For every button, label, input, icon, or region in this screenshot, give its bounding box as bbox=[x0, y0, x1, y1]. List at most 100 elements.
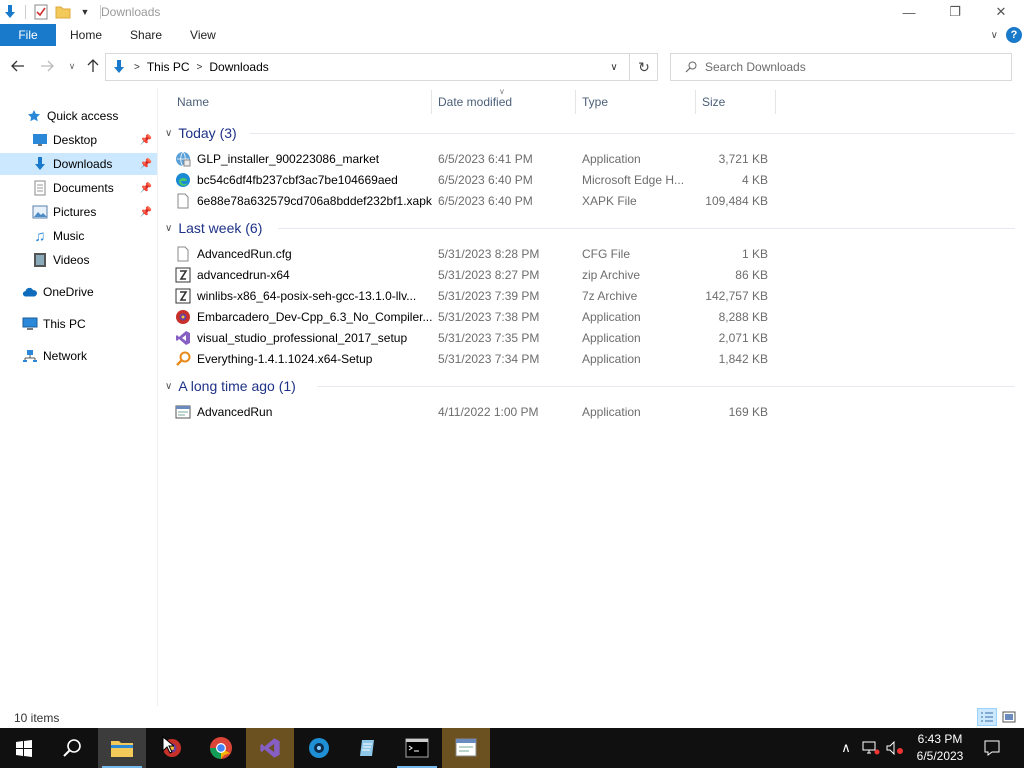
search-input[interactable] bbox=[705, 60, 1005, 74]
nav-music[interactable]: ♫ Music bbox=[0, 225, 157, 247]
recent-locations-icon[interactable]: ∨ bbox=[62, 56, 82, 76]
large-icons-view-button[interactable] bbox=[999, 708, 1019, 726]
refresh-button[interactable]: ↻ bbox=[629, 54, 658, 80]
file-date: 4/11/2022 1:00 PM bbox=[438, 405, 539, 419]
visual-studio-taskbar-icon[interactable] bbox=[246, 728, 294, 768]
file-name: Everything-1.4.1.1024.x64-Setup bbox=[197, 351, 373, 366]
file-size: 8,288 KB bbox=[718, 310, 768, 324]
network-tray-icon[interactable] bbox=[860, 728, 882, 768]
maximize-button[interactable]: ❐ bbox=[932, 0, 978, 24]
computer-icon bbox=[22, 316, 38, 332]
group-header-today[interactable]: ∨ Today (3) bbox=[165, 122, 237, 144]
group-label: Today (3) bbox=[178, 125, 237, 141]
notepad-taskbar-icon[interactable] bbox=[344, 728, 392, 768]
column-header-size[interactable]: Size bbox=[702, 88, 725, 116]
nav-pictures-label: Pictures bbox=[53, 205, 97, 219]
file-type: Application bbox=[582, 331, 641, 345]
file-row[interactable]: winlibs-x86_64-posix-seh-gcc-13.1.0-llv.… bbox=[175, 285, 775, 306]
start-button[interactable] bbox=[0, 728, 48, 768]
collapse-chevron-icon[interactable]: ∨ bbox=[165, 223, 172, 234]
file-row[interactable]: GLP_installer_900223086_market 6/5/2023 … bbox=[175, 148, 775, 169]
column-header-type[interactable]: Type bbox=[582, 88, 608, 116]
file-type: XAPK File bbox=[582, 194, 637, 208]
advancedrun-taskbar-icon[interactable] bbox=[442, 728, 490, 768]
tab-share[interactable]: Share bbox=[116, 24, 176, 46]
file-row[interactable]: AdvancedRun 4/11/2022 1:00 PM Applicatio… bbox=[175, 401, 775, 422]
tab-file[interactable]: File bbox=[0, 24, 56, 46]
pane-splitter[interactable] bbox=[157, 88, 158, 706]
file-size: 2,071 KB bbox=[718, 331, 768, 345]
close-button[interactable]: ✕ bbox=[978, 0, 1024, 24]
volume-muted-icon[interactable] bbox=[884, 728, 906, 768]
command-prompt-taskbar-icon[interactable] bbox=[393, 728, 441, 768]
nav-documents[interactable]: Documents 📌 bbox=[0, 177, 157, 199]
file-size: 142,757 KB bbox=[705, 289, 768, 303]
show-hidden-icons-button[interactable]: ∧ bbox=[836, 728, 856, 768]
group-label: Last week (6) bbox=[178, 220, 263, 236]
search-taskbar-button[interactable] bbox=[48, 728, 96, 768]
visual-studio-icon bbox=[175, 330, 191, 346]
nav-quick-access[interactable]: Quick access bbox=[0, 105, 157, 127]
nav-desktop[interactable]: Desktop 📌 bbox=[0, 129, 157, 151]
new-folder-icon[interactable] bbox=[54, 3, 72, 21]
file-row[interactable]: visual_studio_professional_2017_setup 5/… bbox=[175, 327, 775, 348]
action-center-icon[interactable] bbox=[978, 728, 1006, 768]
clock-time: 6:43 PM bbox=[917, 732, 963, 746]
minimize-button[interactable]: — bbox=[886, 0, 932, 24]
address-bar[interactable]: > This PC > Downloads ∨ ↻ bbox=[105, 53, 658, 81]
file-date: 5/31/2023 7:35 PM bbox=[438, 331, 540, 345]
file-row[interactable]: AdvancedRun.cfg 5/31/2023 8:28 PM CFG Fi… bbox=[175, 243, 775, 264]
forward-button[interactable] bbox=[37, 56, 57, 76]
breadcrumb-this-pc[interactable]: This PC bbox=[147, 60, 190, 74]
nav-videos[interactable]: Videos bbox=[0, 249, 157, 271]
collapse-chevron-icon[interactable]: ∨ bbox=[165, 381, 172, 392]
nav-downloads[interactable]: Downloads 📌 bbox=[0, 153, 157, 175]
setup-app-taskbar-icon[interactable] bbox=[295, 728, 343, 768]
file-name: visual_studio_professional_2017_setup bbox=[197, 330, 408, 345]
everything-search-icon bbox=[175, 351, 191, 367]
pin-icon[interactable]: 📌 bbox=[140, 207, 152, 218]
column-header-name[interactable]: Name bbox=[177, 88, 209, 116]
up-button[interactable] bbox=[83, 56, 103, 76]
file-row[interactable]: bc54c6df4fb237cbf3ac7be104669aed 6/5/202… bbox=[175, 169, 775, 190]
tab-home[interactable]: Home bbox=[56, 24, 116, 46]
search-icon bbox=[685, 61, 697, 73]
file-row[interactable]: Embarcadero_Dev-Cpp_6.3_No_Compiler... 5… bbox=[175, 306, 775, 327]
address-history-dropdown-icon[interactable]: ∨ bbox=[604, 54, 624, 80]
nav-pictures[interactable]: Pictures 📌 bbox=[0, 201, 157, 223]
desktop-icon bbox=[32, 132, 48, 148]
chrome-taskbar-icon[interactable] bbox=[197, 728, 245, 768]
file-size: 3,721 KB bbox=[718, 152, 768, 166]
group-header-long-time-ago[interactable]: ∨ A long time ago (1) bbox=[165, 375, 296, 397]
collapse-chevron-icon[interactable]: ∨ bbox=[165, 128, 172, 139]
customize-toolbar-dropdown-icon[interactable]: ▼ bbox=[76, 3, 94, 21]
file-explorer-taskbar-icon[interactable] bbox=[98, 728, 146, 768]
nav-onedrive[interactable]: OneDrive bbox=[0, 281, 157, 303]
file-list: Name ∨ Date modified Type Size ∨ Today (… bbox=[160, 87, 1024, 706]
help-button[interactable]: ? bbox=[1006, 27, 1022, 43]
edge-icon bbox=[175, 172, 191, 188]
breadcrumb-separator-icon[interactable]: > bbox=[134, 62, 140, 73]
file-row[interactable]: Everything-1.4.1.1024.x64-Setup 5/31/202… bbox=[175, 348, 775, 369]
expand-ribbon-icon[interactable]: ∨ bbox=[991, 30, 998, 41]
nav-quick-access-label: Quick access bbox=[47, 109, 119, 123]
breadcrumb-downloads[interactable]: Downloads bbox=[209, 60, 268, 74]
file-row[interactable]: advancedrun-x64 5/31/2023 8:27 PM zip Ar… bbox=[175, 264, 775, 285]
network-icon bbox=[22, 348, 38, 364]
back-button[interactable] bbox=[8, 56, 28, 76]
file-row[interactable]: 6e88e78a632579cd706a8bddef232bf1.xapk 6/… bbox=[175, 190, 775, 211]
taskbar-clock[interactable]: 6:43 PM 6/5/2023 bbox=[905, 731, 975, 765]
column-header-date-modified[interactable]: Date modified bbox=[438, 88, 512, 116]
pin-icon[interactable]: 📌 bbox=[140, 135, 152, 146]
status-bar: 10 items bbox=[0, 706, 1024, 728]
group-header-last-week[interactable]: ∨ Last week (6) bbox=[165, 217, 262, 239]
pin-icon[interactable]: 📌 bbox=[140, 159, 152, 170]
details-view-button[interactable] bbox=[977, 708, 997, 726]
pin-icon[interactable]: 📌 bbox=[140, 183, 152, 194]
properties-icon[interactable] bbox=[32, 3, 50, 21]
breadcrumb-separator-icon[interactable]: > bbox=[197, 62, 203, 73]
nav-network[interactable]: Network bbox=[0, 345, 157, 367]
nav-this-pc[interactable]: This PC bbox=[0, 313, 157, 335]
tab-view[interactable]: View bbox=[176, 24, 230, 46]
search-box[interactable] bbox=[670, 53, 1012, 81]
